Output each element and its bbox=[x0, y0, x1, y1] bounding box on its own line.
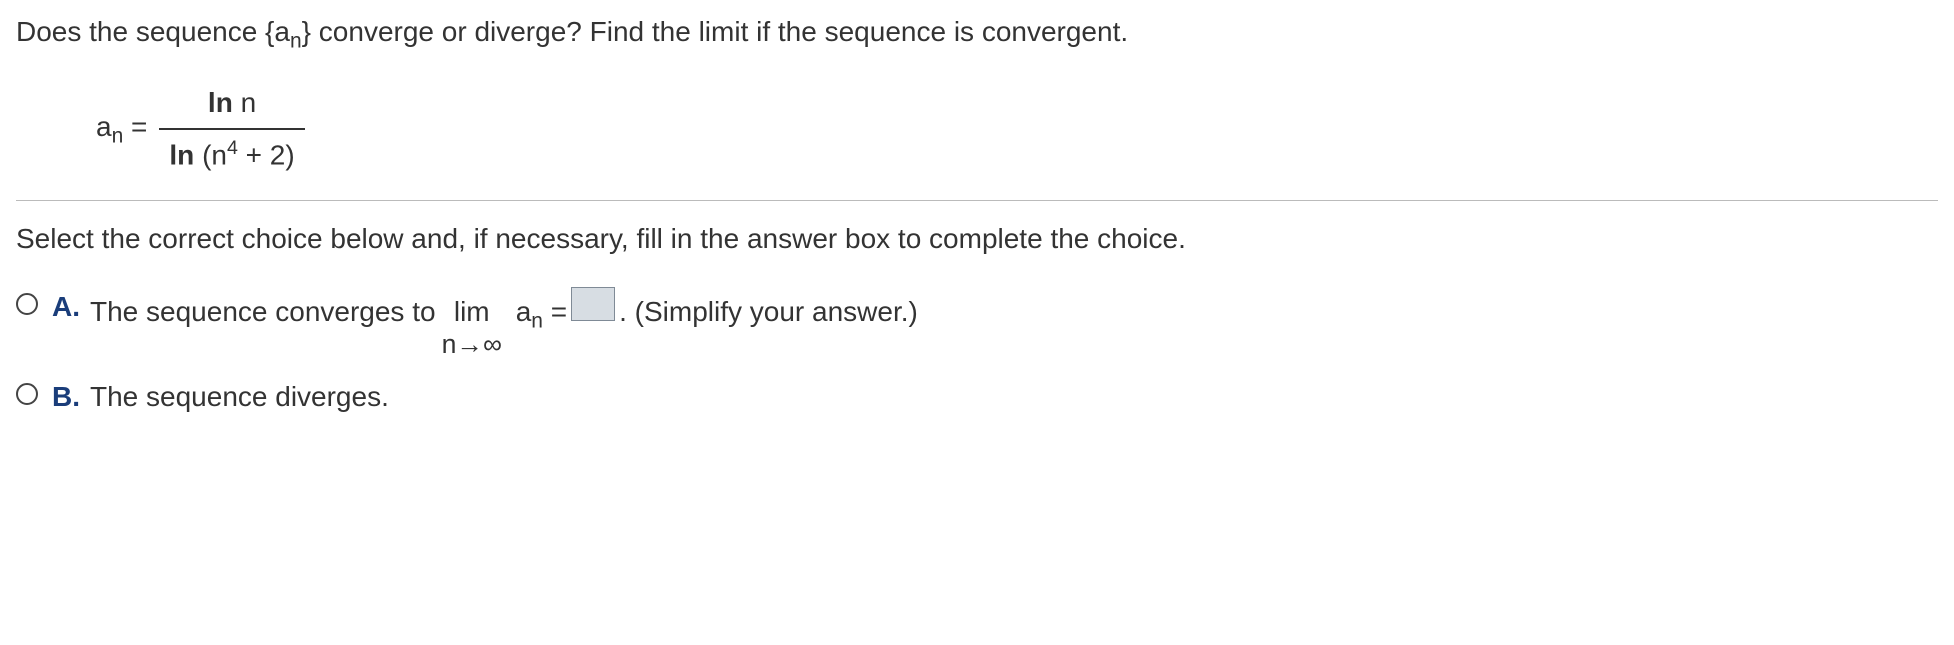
fraction-numerator: ln n bbox=[198, 79, 266, 128]
limit-an: an = bbox=[508, 292, 567, 337]
separator bbox=[16, 200, 1938, 201]
denom-open: (n bbox=[194, 139, 227, 170]
choice-b-label: B. bbox=[52, 377, 80, 418]
an-eq: = bbox=[543, 296, 567, 327]
choice-a-row: A. The sequence converges to lim n→∞ an … bbox=[16, 287, 1938, 359]
denom-exp: 4 bbox=[227, 137, 238, 159]
choice-a-label: A. bbox=[52, 287, 80, 328]
formula-equals: = bbox=[123, 111, 147, 142]
denom-close: + 2) bbox=[238, 139, 295, 170]
prompt-text-suffix: } converge or diverge? Find the limit if… bbox=[302, 16, 1128, 47]
prompt-text-prefix: Does the sequence {a bbox=[16, 16, 290, 47]
choice-b-body: The sequence diverges. bbox=[90, 377, 389, 418]
answer-input[interactable] bbox=[571, 287, 615, 321]
numer-arg: n bbox=[233, 87, 256, 118]
formula-lhs: an = bbox=[96, 107, 147, 152]
numer-ln: ln bbox=[208, 87, 233, 118]
choice-b-row: B. The sequence diverges. bbox=[16, 377, 1938, 418]
fraction-denominator: ln (n4 + 2) bbox=[159, 130, 304, 180]
choice-a-body: The sequence converges to lim n→∞ an = .… bbox=[90, 287, 918, 359]
instruction: Select the correct choice below and, if … bbox=[16, 219, 1938, 260]
limit-bottom: n→∞ bbox=[442, 330, 502, 359]
question-prompt: Does the sequence {an} converge or diver… bbox=[16, 12, 1938, 57]
formula-a: a bbox=[96, 111, 112, 142]
an-sub: n bbox=[531, 310, 543, 333]
formula: an = ln n ln (n4 + 2) bbox=[96, 79, 1938, 180]
choice-a-after: . (Simplify your answer.) bbox=[619, 292, 918, 333]
choice-b-text: The sequence diverges. bbox=[90, 377, 389, 418]
radio-a[interactable] bbox=[16, 293, 38, 315]
prompt-sub: n bbox=[290, 30, 302, 53]
formula-a-sub: n bbox=[112, 124, 124, 147]
limit-expr: lim n→∞ bbox=[442, 297, 502, 359]
formula-fraction: ln n ln (n4 + 2) bbox=[159, 79, 304, 180]
denom-ln: ln bbox=[169, 139, 194, 170]
choice-a-before: The sequence converges to bbox=[90, 292, 436, 333]
radio-b[interactable] bbox=[16, 383, 38, 405]
an-a: a bbox=[516, 296, 532, 327]
limit-top: lim bbox=[454, 297, 490, 328]
